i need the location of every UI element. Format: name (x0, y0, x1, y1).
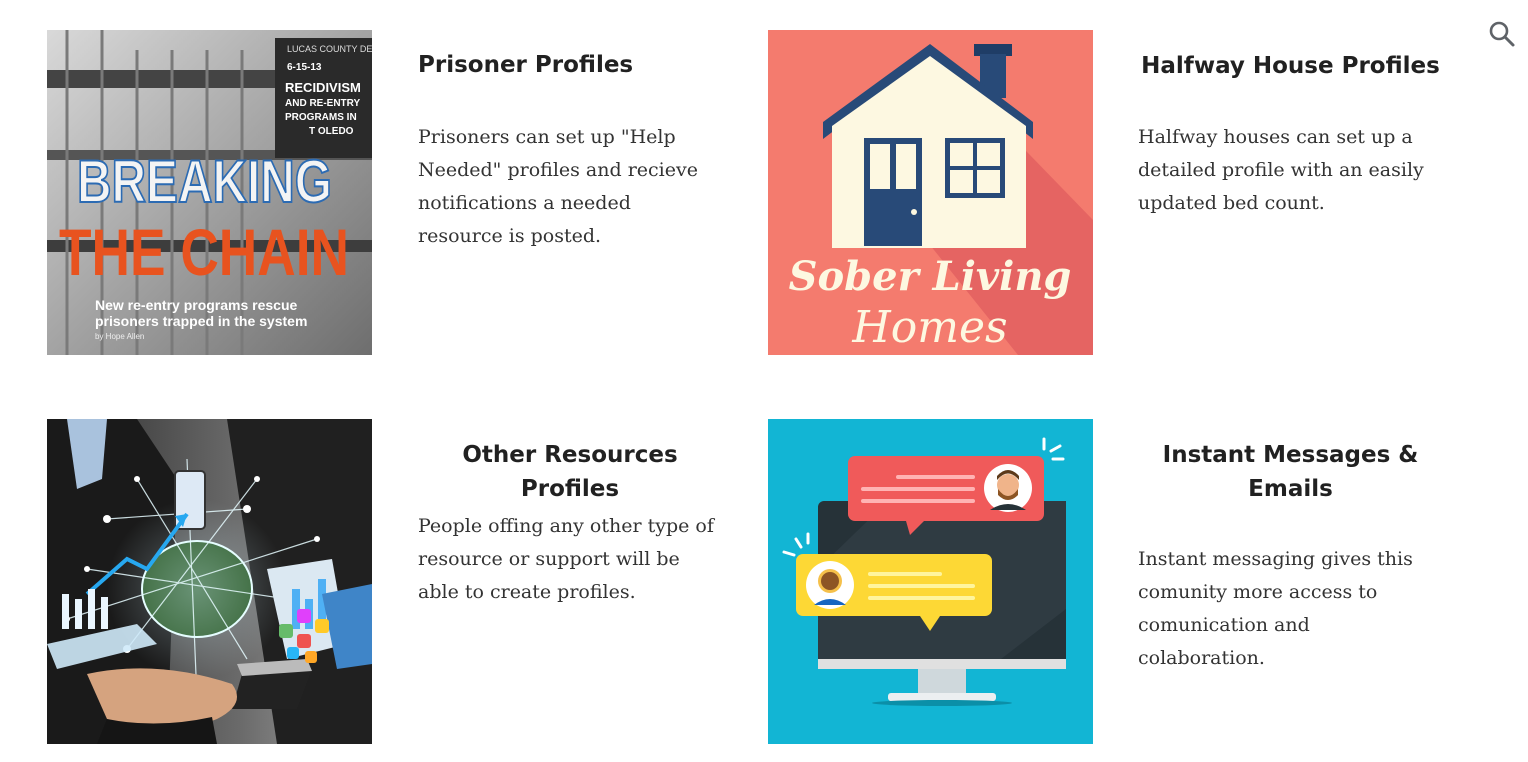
card-description-prisoner: Prisoners can set up "Help Needed" profi… (418, 126, 698, 247)
messaging-monitor-illustration (768, 419, 1093, 744)
sign-line: AND RE-ENTRY (285, 98, 361, 109)
search-button[interactable] (1486, 18, 1518, 50)
card-title-halfway-house: Halfway House Profiles (1141, 53, 1440, 79)
technology-network-photo (47, 419, 372, 744)
sign-line: 6-15-13 (287, 62, 322, 73)
card-title-other-resources: Other Resources Profiles (462, 442, 678, 502)
headline-the-chain: THE CHAIN (59, 215, 349, 289)
subhead-line: prisoners trapped in the system (95, 313, 307, 329)
breaking-the-chain-cover: LUCAS COUNTY DEP 6-15-13 RECIDIVISM AND … (47, 30, 372, 355)
sign-line: RECIDIVISM (285, 80, 361, 95)
card-title-prisoner: Prisoner Profiles (418, 52, 634, 78)
subhead-line: New re-entry programs rescue (95, 297, 298, 313)
sign-line: LUCAS COUNTY DEP (287, 44, 372, 54)
homes-line: Homes (851, 302, 1007, 353)
headline-breaking: BREAKING (77, 148, 332, 215)
card-description-halfway-house: Halfway houses can set up a detailed pro… (1138, 126, 1424, 214)
card-title-instant-messages: Instant Messages & Emails (1162, 442, 1419, 502)
sign-line: PROGRAMS IN (285, 112, 357, 123)
search-icon (1489, 21, 1515, 47)
byline: by Hope Allen (95, 332, 144, 341)
sober-living-homes-illustration: Sober Living Homes (768, 30, 1093, 355)
card-image-instant-messages (768, 419, 1093, 744)
card-description-instant-messages: Instant messaging gives this comunity mo… (1138, 548, 1413, 669)
card-image-prisoner: LUCAS COUNTY DEP 6-15-13 RECIDIVISM AND … (47, 30, 372, 355)
sober-living-line: Sober Living (789, 253, 1072, 300)
card-image-other-resources (47, 419, 372, 744)
card-image-halfway-house: Sober Living Homes (768, 30, 1093, 355)
sign-line: T OLEDO (309, 126, 354, 137)
card-description-other-resources: People offing any other type of resource… (418, 515, 714, 603)
